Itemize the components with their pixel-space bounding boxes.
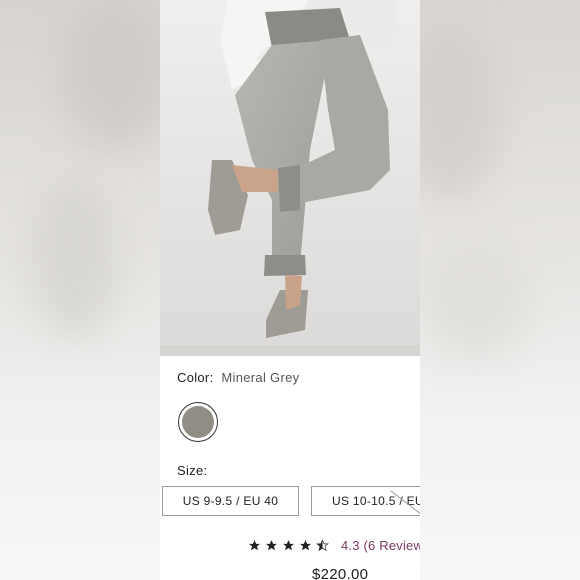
size-option-2[interactable]: US 10-10.5 / EU [311, 486, 420, 516]
color-swatch-selected[interactable] [178, 402, 218, 442]
rating-stars [248, 539, 333, 552]
color-label: Color: [177, 370, 214, 385]
star-icon [300, 540, 311, 551]
half-star-icon [316, 539, 329, 552]
star-icon [249, 540, 260, 551]
star-icon [283, 540, 294, 551]
color-value: Mineral Grey [221, 370, 300, 385]
product-photo [160, 0, 420, 356]
size-option-1[interactable]: US 9-9.5 / EU 40 [162, 486, 299, 516]
color-swatch[interactable] [182, 406, 214, 438]
unavailable-slash [390, 490, 420, 514]
size-label: Size: [177, 463, 208, 478]
product-info: Color: Mineral Grey Size: US 9-9.5 / EU … [160, 356, 420, 580]
rating[interactable]: 4.3 (6 Review [248, 538, 420, 553]
color-row: Color: Mineral Grey [177, 370, 299, 385]
size-option-1-label: US 9-9.5 / EU 40 [182, 494, 279, 508]
product-panel: Color: Mineral Grey Size: US 9-9.5 / EU … [160, 0, 420, 580]
background-right [400, 0, 580, 580]
star-icon [266, 540, 277, 551]
product-price: $220.00 [312, 566, 369, 580]
background-left [0, 0, 170, 580]
rating-reviews-link[interactable]: 4.3 (6 Review [341, 538, 420, 553]
